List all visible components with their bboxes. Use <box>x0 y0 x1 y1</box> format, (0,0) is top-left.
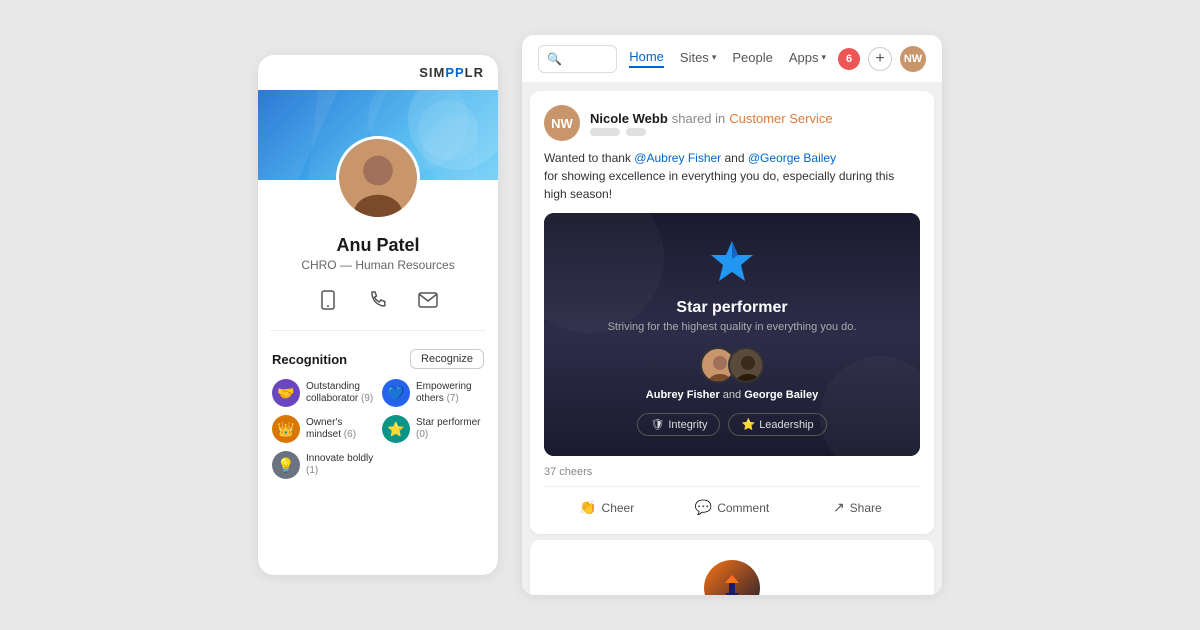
avatar <box>336 136 420 220</box>
badge-icon-outstanding: 🤝 <box>272 379 300 407</box>
meta-pill-1 <box>590 128 620 136</box>
profile-name: Anu Patel <box>336 235 419 256</box>
post-author-line: Nicole Webb shared in Customer Service <box>590 111 920 126</box>
badge-item: ⭐ Star performer (0) <box>382 415 484 443</box>
chevron-down-icon: ▾ <box>821 52 826 63</box>
profile-title: CHRO — Human Resources <box>301 258 454 272</box>
badge-item: 💡 Innovate boldly (1) <box>272 451 374 479</box>
navbar: 🔍 Home Sites ▾ People Apps ▾ 6 + NW <box>522 35 942 83</box>
badge-item: 🤝 Outstanding collaborator (9) <box>272 379 374 407</box>
recognition-section: Recognition Recognize 🤝 Outstanding coll… <box>258 339 498 489</box>
comment-button[interactable]: 💬 Comment <box>669 495 794 520</box>
badge-grid: 🤝 Outstanding collaborator (9) 💙 Empower… <box>272 379 484 479</box>
recognition-card: Star performer Striving for the highest … <box>544 213 920 456</box>
badge-icon-owner: 👑 <box>272 415 300 443</box>
search-icon: 🔍 <box>547 52 562 66</box>
post-header: NW Nicole Webb shared in Customer Servic… <box>544 105 920 141</box>
mention-2[interactable]: @George Bailey <box>748 151 836 165</box>
nav-links: Home Sites ▾ People Apps ▾ <box>629 49 826 68</box>
cheer-icon: 👏 <box>579 499 596 516</box>
feed: NW Nicole Webb shared in Customer Servic… <box>522 83 942 595</box>
award-icon <box>704 560 760 595</box>
divider <box>270 330 486 331</box>
nav-avatar[interactable]: NW <box>900 46 926 72</box>
cheer-button[interactable]: 👏 Cheer <box>544 495 669 520</box>
avatar-wrapper <box>336 136 420 225</box>
star-performer-icon <box>706 237 758 289</box>
shield-icon: 🛡 <box>650 418 664 431</box>
badge-label-outstanding: Outstanding collaborator (9) <box>306 381 374 405</box>
mention-1[interactable]: @Aubrey Fisher <box>634 151 721 165</box>
post-author-name: Nicole Webb <box>590 111 668 126</box>
channel-link[interactable]: Customer Service <box>729 111 832 126</box>
simpplr-logo: SIMPPLR <box>419 65 484 80</box>
nav-link-sites[interactable]: Sites ▾ <box>680 50 716 67</box>
award-card: Outstanding collaboration The Outstandin… <box>530 540 934 595</box>
post-meta: Nicole Webb shared in Customer Service <box>590 111 920 136</box>
mobile-icon[interactable] <box>312 284 344 316</box>
share-button[interactable]: ↗ Share <box>795 495 920 520</box>
recognition-subtitle: Striving for the highest quality in ever… <box>608 321 857 333</box>
shared-in-text: shared in <box>672 111 725 126</box>
post-card: NW Nicole Webb shared in Customer Servic… <box>530 91 934 534</box>
badge-label-empowering: Empowering others (7) <box>416 381 484 405</box>
collaboration-icon <box>715 571 749 595</box>
badge-label-star: Star performer (0) <box>416 417 484 441</box>
share-icon: ↗ <box>833 499 845 516</box>
chevron-down-icon: ▾ <box>712 52 717 63</box>
card-header: SIMPPLR <box>258 55 498 90</box>
post-body: Wanted to thank @Aubrey Fisher and @Geor… <box>544 149 920 203</box>
tag-leadership: ⭐ Leadership <box>728 413 826 436</box>
badge-item: 👑 Owner's mindset (6) <box>272 415 374 443</box>
recognized-avatars <box>704 347 760 383</box>
recognition-inner: Star performer Striving for the highest … <box>544 213 920 456</box>
notification-badge[interactable]: 6 <box>838 48 860 70</box>
post-actions: 👏 Cheer 💬 Comment ↗ Share <box>544 486 920 520</box>
phone-icon[interactable] <box>362 284 394 316</box>
nav-link-apps[interactable]: Apps ▾ <box>789 50 826 67</box>
recognition-title: Recognition <box>272 352 347 367</box>
nav-link-home[interactable]: Home <box>629 49 664 68</box>
recognition-title-text: Star performer <box>676 299 787 317</box>
profile-card: SIMPPLR Anu Patel CHRO — Human Resources <box>258 55 498 575</box>
leadership-icon: ⭐ <box>741 418 755 431</box>
recognized-names: Aubrey Fisher and George Bailey <box>646 389 818 401</box>
badge-label-owner: Owner's mindset (6) <box>306 417 374 441</box>
badge-icon-innovate: 💡 <box>272 451 300 479</box>
nav-link-people[interactable]: People <box>732 50 772 67</box>
right-panel: 🔍 Home Sites ▾ People Apps ▾ 6 + NW <box>522 35 942 595</box>
post-author-avatar: NW <box>544 105 580 141</box>
badge-label-innovate: Innovate boldly (1) <box>306 453 374 477</box>
email-icon[interactable] <box>412 284 444 316</box>
badge-icon-star: ⭐ <box>382 415 410 443</box>
recognition-header: Recognition Recognize <box>272 349 484 369</box>
cheers-count: 37 cheers <box>544 466 920 478</box>
comment-icon: 💬 <box>695 499 712 516</box>
add-button[interactable]: + <box>868 47 892 71</box>
recognition-tags: 🛡 Integrity ⭐ Leadership <box>637 413 826 436</box>
nav-right: 6 + NW <box>838 46 926 72</box>
badge-item: 💙 Empowering others (7) <box>382 379 484 407</box>
post-meta-line2 <box>590 128 920 136</box>
search-box[interactable]: 🔍 <box>538 45 617 73</box>
tag-integrity: 🛡 Integrity <box>637 413 720 436</box>
recognized-avatar-2 <box>728 347 764 383</box>
recognize-button[interactable]: Recognize <box>410 349 484 369</box>
meta-pill-2 <box>626 128 646 136</box>
contact-icons <box>312 284 444 316</box>
badge-icon-empowering: 💙 <box>382 379 410 407</box>
